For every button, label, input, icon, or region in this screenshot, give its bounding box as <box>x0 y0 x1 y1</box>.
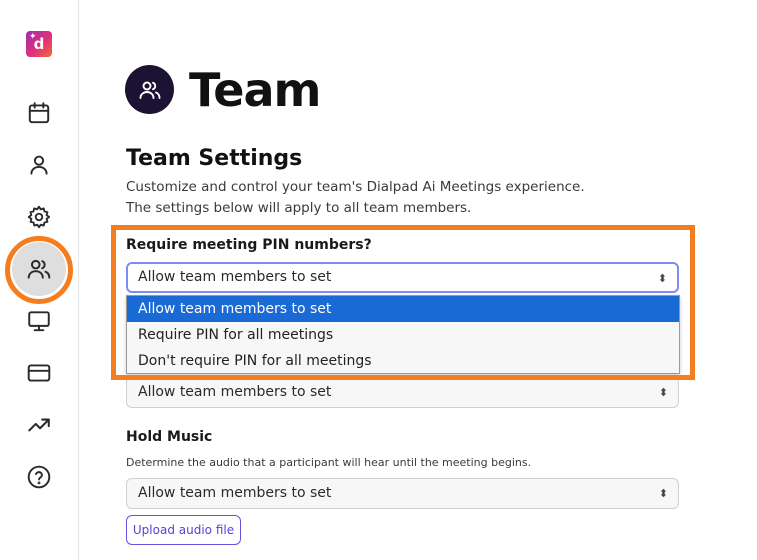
pin-select-value: Allow team members to set <box>138 269 332 285</box>
setting-select-value: Allow team members to set <box>138 384 332 400</box>
pin-option-require[interactable]: Require PIN for all meetings <box>127 322 679 348</box>
help-circle-icon[interactable] <box>26 464 52 490</box>
section-title: Team Settings <box>126 146 303 171</box>
pin-option-dont-require[interactable]: Don't require PIN for all meetings <box>127 348 679 374</box>
gear-icon[interactable] <box>26 204 52 230</box>
upload-audio-button[interactable]: Upload audio file <box>126 515 241 545</box>
pin-select[interactable]: Allow team members to set ⬍ <box>126 262 679 293</box>
credit-card-icon[interactable] <box>26 360 52 386</box>
hold-music-description: Determine the audio that a participant w… <box>126 456 532 469</box>
hold-music-label: Hold Music <box>126 429 213 445</box>
calendar-icon[interactable] <box>26 100 52 126</box>
sidebar: ✦ d <box>0 0 79 560</box>
updown-chevron-icon: ⬍ <box>657 272 667 285</box>
hold-music-select-value: Allow team members to set <box>138 485 332 501</box>
pin-option-allow[interactable]: Allow team members to set <box>127 296 679 322</box>
updown-chevron-icon: ⬍ <box>658 386 668 399</box>
hold-music-select[interactable]: Allow team members to set ⬍ <box>126 478 679 509</box>
settings-description-line1: Customize and control your team's Dialpa… <box>126 179 585 195</box>
updown-chevron-icon: ⬍ <box>658 487 668 500</box>
setting-select[interactable]: Allow team members to set ⬍ <box>126 377 679 408</box>
dialpad-logo[interactable]: ✦ d <box>26 31 52 57</box>
highlight-ring <box>5 236 73 304</box>
pin-label: Require meeting PIN numbers? <box>126 237 372 253</box>
sparkle-icon: ✦ <box>29 32 37 42</box>
monitor-icon[interactable] <box>26 308 52 334</box>
trending-up-icon[interactable] <box>26 412 52 438</box>
user-icon[interactable] <box>26 152 52 178</box>
pin-dropdown-list: Allow team members to set Require PIN fo… <box>126 295 680 374</box>
settings-description-line2: The settings below will apply to all tea… <box>126 200 472 216</box>
page-title: Team <box>189 63 321 117</box>
team-header-icon <box>125 65 174 114</box>
